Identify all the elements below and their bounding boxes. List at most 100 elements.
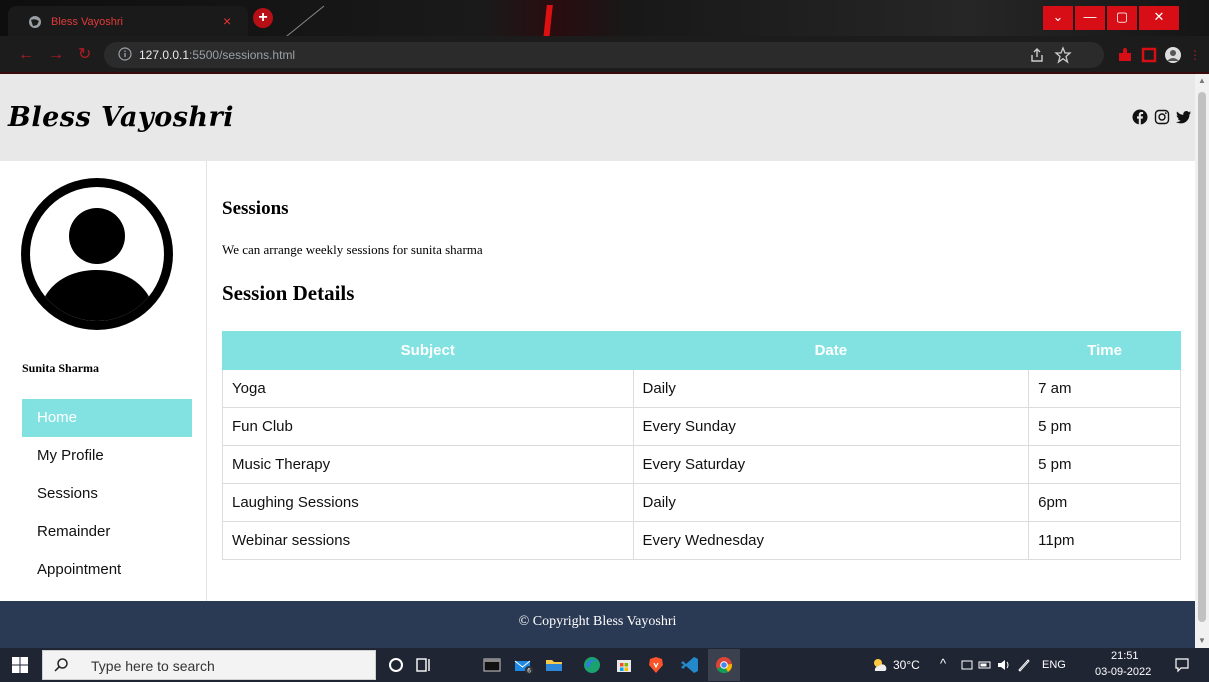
cell-time: 11pm [1028, 521, 1181, 560]
site-logo[interactable]: Bless Vayoshri [8, 102, 234, 133]
weather-icon[interactable] [870, 655, 890, 675]
mail-app-icon[interactable]: 6 [514, 655, 534, 675]
cell-date: Every Sunday [632, 407, 1030, 446]
cell-time: 7 am [1028, 369, 1181, 408]
windows-taskbar: Type here to search 6 30°C ^ ENG 21:51 0… [0, 648, 1209, 682]
address-bar[interactable]: 127.0.0.1:5500/sessions.html [104, 42, 1104, 68]
bookmark-star-icon[interactable] [1054, 46, 1072, 64]
clock-date[interactable]: 03-09-2022 [1095, 666, 1151, 678]
share-icon[interactable] [1028, 46, 1046, 64]
browser-tab[interactable]: Bless Vayoshri × [8, 6, 248, 36]
temperature-text[interactable]: 30°C [893, 658, 920, 672]
input-language[interactable]: ENG [1042, 659, 1066, 671]
table-row: Music Therapy Every Saturday 5 pm [222, 445, 1181, 484]
table-row: Laughing Sessions Daily 6pm [222, 483, 1181, 522]
clock-time[interactable]: 21:51 [1111, 650, 1139, 662]
url-text: 127.0.0.1:5500/sessions.html [139, 48, 295, 62]
vscode-icon[interactable] [680, 655, 700, 675]
cell-time: 6pm [1028, 483, 1181, 522]
browser-tab-strip: Bless Vayoshri × + ⌄ — ▢ ✕ [0, 0, 1209, 41]
tray-expand-icon[interactable]: ^ [940, 656, 946, 671]
minimize-button[interactable]: — [1075, 6, 1105, 30]
column-header-date: Date [632, 331, 1030, 370]
browser-menu-icon[interactable]: ⋮ [1189, 46, 1201, 64]
tab-close-icon[interactable]: × [223, 13, 231, 29]
sidebar-item-home[interactable]: Home [22, 399, 192, 437]
section-title: Session Details [222, 281, 355, 305]
browser-toolbar: ← → ↻ 127.0.0.1:5500/sessions.html ⋮ [0, 36, 1209, 74]
sidebar-item-sessions[interactable]: Sessions [22, 475, 192, 513]
cell-date: Every Wednesday [632, 521, 1030, 560]
cell-time: 5 pm [1028, 407, 1181, 446]
chrome-browser-icon[interactable] [714, 655, 734, 675]
cell-subject: Music Therapy [222, 445, 634, 484]
volume-icon[interactable] [996, 655, 1012, 675]
copyright-text: © Copyright Bless Vayoshri [518, 614, 677, 629]
table-header-row: Subject Date Time [222, 331, 1181, 370]
sidebar: Sunita Sharma Home My Profile Sessions R… [0, 161, 207, 601]
forward-icon[interactable]: → [48, 46, 64, 64]
edge-browser-icon[interactable] [582, 655, 602, 675]
intro-text: We can arrange weekly sessions for sunit… [222, 242, 483, 257]
cell-date: Daily [632, 483, 1030, 522]
pen-icon[interactable] [1016, 655, 1032, 675]
instagram-icon[interactable] [1154, 109, 1170, 125]
sessions-table: Subject Date Time Yoga Daily 7 am Fun Cl… [222, 331, 1181, 560]
brave-browser-icon[interactable] [646, 655, 666, 675]
cell-time: 5 pm [1028, 445, 1181, 484]
back-icon[interactable]: ← [18, 46, 34, 64]
sidebar-item-remainder[interactable]: Remainder [22, 513, 192, 551]
tab-search-dropdown-icon[interactable]: ⌄ [1043, 6, 1073, 30]
cell-subject: Yoga [222, 369, 634, 408]
sidebar-item-appointment[interactable]: Appointment [22, 551, 192, 589]
battery-icon[interactable] [978, 655, 992, 675]
extensions-icon[interactable] [1116, 46, 1134, 64]
taskbar-search-placeholder: Type here to search [91, 658, 215, 674]
reading-list-icon[interactable] [1140, 46, 1158, 64]
cell-subject: Webinar sessions [222, 521, 634, 560]
notification-center-icon[interactable] [1172, 655, 1192, 675]
cell-subject: Fun Club [222, 407, 634, 446]
cell-date: Every Saturday [632, 445, 1030, 484]
search-icon [54, 658, 68, 672]
reload-icon[interactable]: ↻ [78, 46, 91, 64]
sidebar-item-my-profile[interactable]: My Profile [22, 437, 192, 475]
site-header: Bless Vayoshri [0, 74, 1195, 161]
background-decoration [543, 5, 553, 39]
url-host: 127.0.0.1 [139, 48, 190, 62]
new-tab-button[interactable]: + [253, 8, 273, 28]
windows-start-icon[interactable] [12, 657, 28, 673]
site-info-icon[interactable] [118, 47, 132, 61]
url-path: :5500/sessions.html [189, 48, 296, 62]
twitter-icon[interactable] [1176, 109, 1192, 125]
facebook-icon[interactable] [1132, 109, 1148, 125]
mail-badge: 6 [527, 668, 531, 675]
cell-subject: Laughing Sessions [222, 483, 634, 522]
page-scrollbar[interactable]: ▲ ▼ [1195, 74, 1209, 648]
scroll-down-arrow-icon[interactable]: ▼ [1198, 636, 1206, 645]
profile-avatar-icon[interactable] [1164, 46, 1182, 64]
cortana-icon[interactable] [386, 655, 406, 675]
user-name: Sunita Sharma [22, 361, 100, 375]
taskbar-search-box[interactable]: Type here to search [42, 650, 376, 680]
cell-date: Daily [632, 369, 1030, 408]
sidebar-nav: Home My Profile Sessions Remainder Appoi… [22, 399, 192, 589]
scrollbar-thumb[interactable] [1198, 92, 1206, 622]
file-explorer-icon[interactable] [544, 655, 564, 675]
globe-icon [29, 16, 41, 28]
task-view-icon[interactable] [414, 655, 434, 675]
maximize-button[interactable]: ▢ [1107, 6, 1137, 30]
column-header-time: Time [1028, 331, 1181, 370]
microsoft-store-icon[interactable] [614, 655, 634, 675]
terminal-app-icon[interactable] [482, 655, 502, 675]
meet-now-icon[interactable] [960, 655, 974, 675]
table-row: Fun Club Every Sunday 5 pm [222, 407, 1181, 446]
column-header-subject: Subject [222, 331, 634, 370]
table-row: Webinar sessions Every Wednesday 11pm [222, 521, 1181, 560]
close-window-button[interactable]: ✕ [1139, 6, 1179, 30]
web-page: Bless Vayoshri Sunita Sharma Home My Pro… [0, 74, 1195, 648]
table-row: Yoga Daily 7 am [222, 369, 1181, 408]
scroll-up-arrow-icon[interactable]: ▲ [1198, 76, 1206, 85]
page-title: Sessions [222, 198, 289, 219]
tab-title: Bless Vayoshri [51, 16, 123, 28]
